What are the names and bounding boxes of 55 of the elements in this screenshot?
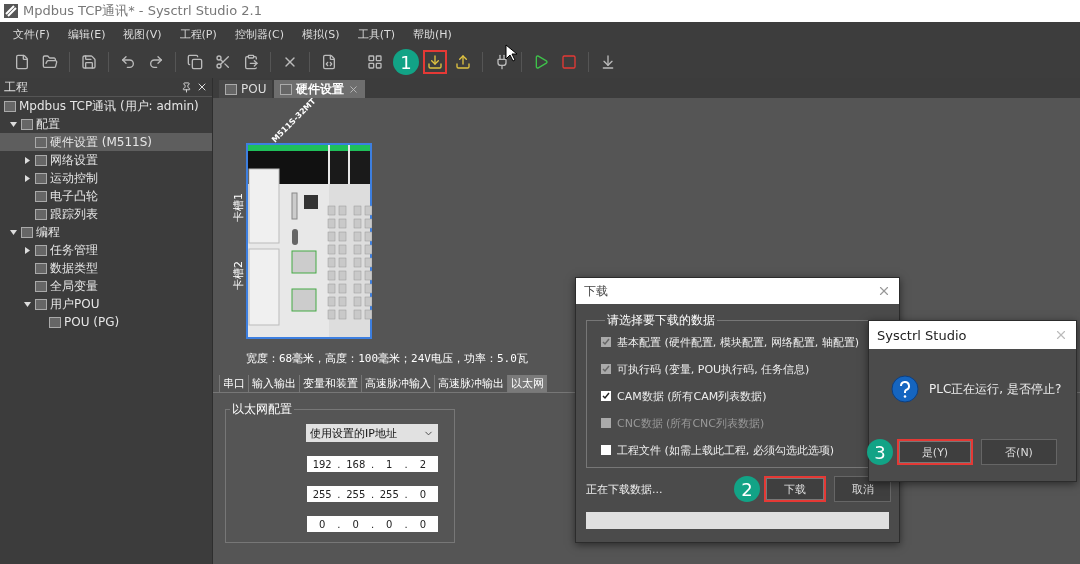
step-number-badge: 1: [393, 49, 419, 75]
dialog-title: Sysctrl Studio: [877, 327, 967, 343]
tree-item[interactable]: 运动控制: [0, 169, 212, 187]
tree-item[interactable]: 任务管理: [0, 241, 212, 259]
status-text: 正在下载数据...: [586, 481, 663, 497]
option-label: CNC数据 (所有CNC列表数据): [617, 415, 765, 431]
config-tab[interactable]: 以太网: [507, 375, 547, 392]
window-title: Mpdbus TCP通讯* - Sysctrl Studio 2.1: [23, 2, 262, 20]
menu-item[interactable]: 控制器(C): [225, 26, 294, 42]
tree-item[interactable]: 电子凸轮: [0, 187, 212, 205]
option-label: CAM数据 (所有CAM列表数据): [617, 388, 767, 404]
tree-item[interactable]: 配置: [0, 115, 212, 133]
config-tab[interactable]: 高速脉冲输入: [361, 375, 434, 392]
tree-item[interactable]: 编程: [0, 223, 212, 241]
tree-item[interactable]: 用户POU: [0, 295, 212, 313]
panel-title: 工程: [4, 78, 29, 96]
dialog-button[interactable]: 取消: [834, 476, 891, 502]
dialog-button[interactable]: 是(Y): [897, 439, 973, 465]
editor-tab[interactable]: 硬件设置: [274, 80, 366, 98]
module-specs: 宽度：68毫米，高度：100毫米；24V电压，功率：5.0瓦: [246, 351, 529, 366]
tree-item[interactable]: 跟踪列表: [0, 205, 212, 223]
step-number-badge: 2: [734, 476, 760, 502]
ip-address-field[interactable]: 192 . 168 . 1 . 2: [307, 456, 438, 472]
tree-item[interactable]: POU (PG): [0, 313, 212, 331]
config-tab[interactable]: 串口: [219, 375, 248, 392]
menu-item[interactable]: 工程(P): [170, 26, 226, 42]
menu-item[interactable]: 帮助(H): [403, 26, 461, 42]
step-number-badge: 3: [867, 439, 893, 465]
ip-address-field[interactable]: 255 . 255 . 255 . 0: [307, 486, 438, 502]
option-label: 可执行码 (变量, POU执行码, 任务信息): [617, 361, 810, 377]
dialog-message: PLC正在运行, 是否停止?: [929, 380, 1062, 398]
group-title: 请选择要下载的数据: [606, 312, 716, 329]
slot-label: 卡槽1: [231, 192, 246, 222]
tree-item[interactable]: 数据类型: [0, 259, 212, 277]
group-title: 以太网配置: [231, 401, 293, 418]
menu-item[interactable]: 文件(F): [4, 26, 59, 42]
ip-address-field[interactable]: 0 . 0 . 0 . 0: [307, 516, 438, 532]
tree-item[interactable]: 网络设置: [0, 151, 212, 169]
menu-item[interactable]: 模拟(S): [293, 26, 349, 42]
option-label: 基本配置 (硬件配置, 模块配置, 网络配置, 轴配置): [617, 334, 860, 350]
slot-label: 卡槽2: [231, 260, 246, 290]
ip-mode-dropdown[interactable]: 使用设置的IP地址: [306, 424, 438, 442]
tree-item[interactable]: 硬件设置 (M511S): [0, 133, 212, 151]
tree-item[interactable]: Mpdbus TCP通讯 (用户: admin): [0, 97, 212, 115]
option-label: 工程文件 (如需上载此工程, 必须勾选此选项): [617, 442, 835, 458]
menu-item[interactable]: 编辑(E): [58, 26, 115, 42]
menu-item[interactable]: 工具(T): [348, 26, 404, 42]
dialog-button[interactable]: 下载: [764, 476, 826, 502]
config-tab[interactable]: 输入输出: [248, 375, 299, 392]
editor-tab[interactable]: POU: [219, 80, 273, 98]
dialog-button[interactable]: 否(N): [981, 439, 1057, 465]
config-tab[interactable]: 变量和装置: [299, 375, 361, 392]
menu-item[interactable]: 视图(V): [114, 26, 171, 42]
tree-item[interactable]: 全局变量: [0, 277, 212, 295]
dialog-title: 下载: [584, 282, 608, 300]
